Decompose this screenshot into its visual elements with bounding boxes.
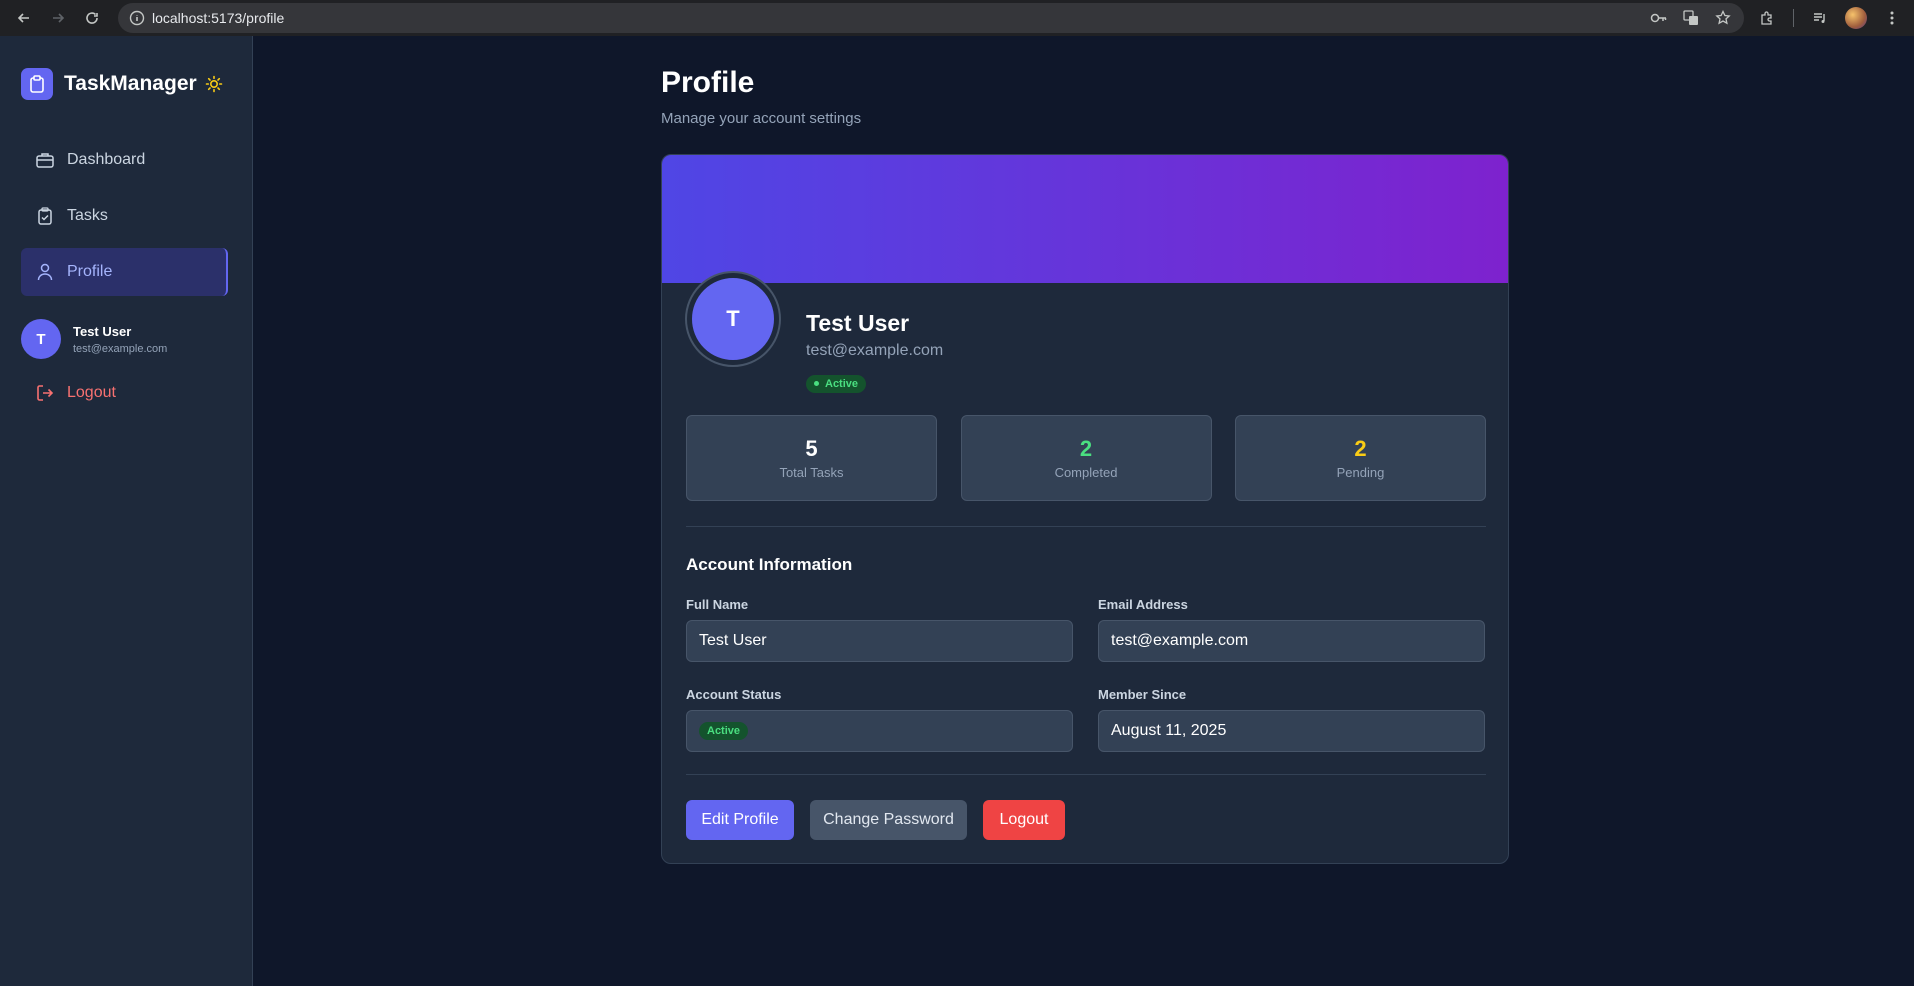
- email-label: Email Address: [1098, 597, 1188, 612]
- translate-icon[interactable]: [1678, 5, 1704, 31]
- account-section-title: Account Information: [686, 555, 853, 574]
- profile-email: test@example.com: [806, 342, 944, 359]
- sidebar-nav: Dashboard Tasks Profile: [21, 136, 228, 304]
- account-status-badge: Active: [699, 722, 749, 740]
- stat-label: Pending: [1336, 465, 1385, 480]
- password-key-icon[interactable]: [1646, 5, 1672, 31]
- logout-button[interactable]: Logout: [983, 800, 1065, 840]
- account-status-field: Account Status Active: [686, 687, 1073, 752]
- profile-name: Test User: [806, 310, 910, 336]
- browser-toolbar: localhost:5173/profile: [0, 0, 1914, 36]
- full-name-field: Full Name Test User: [686, 597, 1073, 662]
- status-dot-icon: [814, 381, 819, 386]
- sidebar-item-dashboard[interactable]: Dashboard: [21, 136, 228, 184]
- menu-kebab-icon[interactable]: [1876, 2, 1908, 34]
- site-info-icon[interactable]: [122, 3, 152, 33]
- actions-divider: [686, 774, 1486, 775]
- edit-profile-button[interactable]: Edit Profile: [686, 800, 794, 840]
- stat-label: Completed: [1054, 465, 1118, 480]
- account-status-label: Account Status: [686, 687, 782, 702]
- stat-pending: 2 Pending: [1235, 415, 1486, 501]
- sidebar-item-label: Profile: [67, 263, 113, 280]
- stat-value: 2: [1079, 436, 1093, 461]
- sidebar-logout-button[interactable]: Logout: [36, 384, 116, 402]
- profile-avatar-icon[interactable]: [1840, 2, 1872, 34]
- forward-icon[interactable]: [42, 2, 74, 34]
- clipboard-check-icon: [36, 207, 54, 225]
- stat-total-tasks: 5 Total Tasks: [686, 415, 937, 501]
- stat-value: 5: [805, 436, 818, 461]
- app-name: TaskManager: [64, 72, 197, 95]
- status-badge: Active: [806, 373, 867, 393]
- sidebar-user: T Test User test@example.com: [21, 319, 167, 359]
- stat-value: 2: [1354, 436, 1367, 461]
- url-text[interactable]: localhost:5173/profile: [152, 10, 284, 26]
- theme-toggle-sun-icon[interactable]: [205, 75, 223, 93]
- stats-row: 5 Total Tasks 2 Completed 2 Pending: [686, 415, 1486, 501]
- sidebar-item-label: Dashboard: [67, 151, 146, 168]
- extensions-icon[interactable]: [1751, 2, 1783, 34]
- stat-label: Total Tasks: [779, 465, 844, 480]
- sidebar-logout-label: Logout: [67, 384, 116, 401]
- member-since-field: Member Since August 11, 2025: [1098, 687, 1485, 752]
- media-controls-icon[interactable]: [1804, 2, 1836, 34]
- profile-banner: [662, 155, 1508, 283]
- page-title: Profile: [661, 66, 755, 99]
- user-email: test@example.com: [73, 342, 168, 355]
- account-status-box: Active: [686, 710, 1073, 752]
- sidebar-item-label: Tasks: [67, 207, 108, 224]
- section-divider: [686, 526, 1486, 527]
- member-since-label: Member Since: [1098, 687, 1187, 702]
- brand[interactable]: TaskManager: [21, 68, 223, 100]
- sidebar-item-profile[interactable]: Profile: [21, 248, 228, 296]
- back-icon[interactable]: [8, 2, 40, 34]
- full-name-label: Full Name: [686, 597, 749, 612]
- reload-icon[interactable]: [76, 2, 108, 34]
- email-field: Email Address test@example.com: [1098, 597, 1485, 662]
- address-bar[interactable]: localhost:5173/profile: [118, 3, 1744, 33]
- member-since-value: August 11, 2025: [1098, 710, 1485, 752]
- sidebar: TaskManager Dashboard Tasks Profile T Te…: [0, 36, 253, 986]
- page-subtitle: Manage your account settings: [661, 110, 862, 127]
- avatar: T: [21, 319, 61, 359]
- user-icon: [36, 263, 54, 281]
- email-input[interactable]: test@example.com: [1098, 620, 1485, 662]
- stat-completed: 2 Completed: [960, 415, 1212, 501]
- profile-card: T Test User test@example.com Active 5 To…: [661, 154, 1509, 864]
- bookmark-star-icon[interactable]: [1710, 5, 1736, 31]
- sidebar-item-tasks[interactable]: Tasks: [21, 192, 228, 240]
- change-password-button[interactable]: Change Password: [810, 800, 967, 840]
- status-badge-label: Active: [825, 377, 859, 390]
- full-name-input[interactable]: Test User: [686, 620, 1073, 662]
- toolbar-separator: [1793, 9, 1794, 27]
- clipboard-logo-icon: [21, 68, 53, 100]
- profile-avatar: T: [687, 273, 779, 365]
- logout-icon: [36, 384, 54, 402]
- briefcase-icon: [36, 151, 54, 169]
- user-name: Test User: [73, 323, 132, 339]
